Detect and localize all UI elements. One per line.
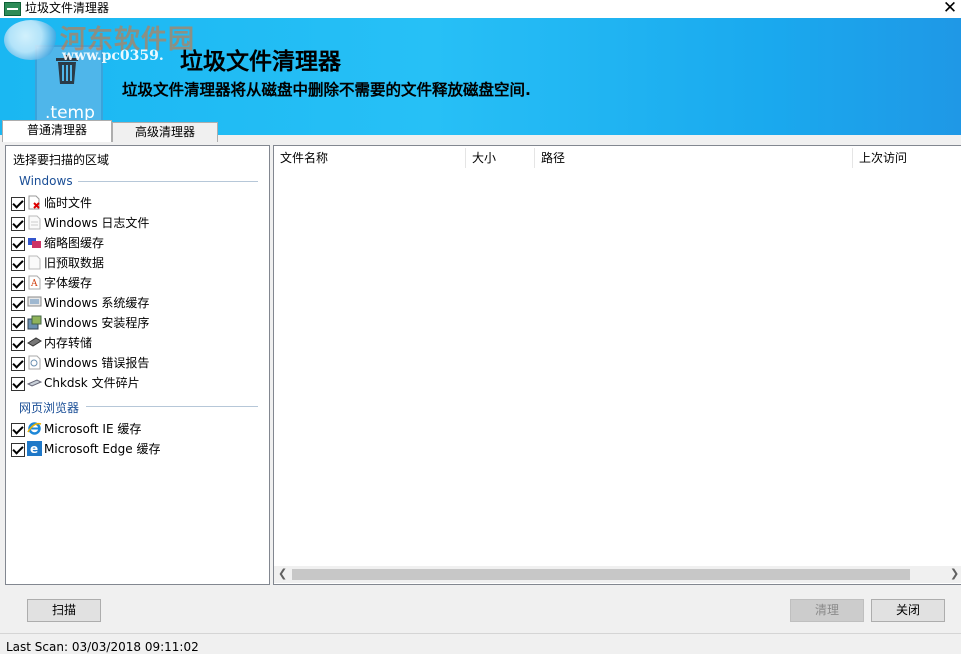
list-item-label: Windows 日志文件 xyxy=(44,216,150,230)
group-label-windows: Windows xyxy=(19,174,73,188)
tab-advanced-cleaner[interactable]: 高级清理器 xyxy=(112,122,218,142)
scan-button[interactable]: 扫描 xyxy=(27,599,101,622)
list-item-label: Windows 系统缓存 xyxy=(44,296,150,310)
scan-area-header: 选择要扫描的区域 xyxy=(13,153,110,167)
list-item-label: Chkdsk 文件碎片 xyxy=(44,376,140,390)
thumbnail-icon xyxy=(28,238,41,248)
status-divider xyxy=(0,633,961,634)
group-divider xyxy=(86,406,258,407)
window-close-button[interactable]: ✕ xyxy=(940,0,960,18)
edge-icon: e xyxy=(27,441,42,456)
svg-text:e: e xyxy=(30,442,38,456)
memory-icon xyxy=(27,337,42,347)
checkbox[interactable] xyxy=(11,357,25,371)
header-banner: .temp 河东软件园 www.pc0359. 垃圾文件清理器 垃圾文件清理器将… xyxy=(0,18,961,135)
ie-icon xyxy=(27,422,42,435)
column-header-last-access[interactable]: 上次访问 xyxy=(853,146,961,170)
column-header-filename[interactable]: 文件名称 xyxy=(274,146,466,170)
watermark-logo-icon xyxy=(4,20,58,60)
list-item-label: 旧预取数据 xyxy=(44,256,105,270)
prefetch-file-icon xyxy=(28,255,41,270)
scan-area-panel: 选择要扫描的区域 Windows 临时文件 Windows 日志文件 缩略图缓存… xyxy=(5,145,270,585)
scroll-left-icon[interactable]: ❮ xyxy=(278,567,287,580)
clean-button[interactable]: 清理 xyxy=(790,599,864,622)
list-item-label: Windows 错误报告 xyxy=(44,356,150,370)
checkbox[interactable] xyxy=(11,217,25,231)
chkdsk-icon xyxy=(27,379,42,387)
list-item-label: 内存转储 xyxy=(44,336,93,350)
list-item-label: 缩略图缓存 xyxy=(44,236,105,250)
system-cache-icon xyxy=(27,296,42,307)
list-item-label: 临时文件 xyxy=(44,196,93,210)
temp-file-icon xyxy=(28,195,40,210)
error-report-icon xyxy=(28,355,41,370)
file-list-panel: 文件名称 大小 路径 上次访问 ❮ ❯ xyxy=(273,145,961,585)
font-icon: A xyxy=(28,275,41,290)
window-title: 垃圾文件清理器 xyxy=(25,1,110,15)
svg-text:A: A xyxy=(30,279,38,289)
checkbox[interactable] xyxy=(11,257,25,271)
status-text: Last Scan: 03/03/2018 09:11:02 xyxy=(6,640,199,654)
log-file-icon xyxy=(28,215,41,230)
list-item-label: Microsoft IE 缓存 xyxy=(44,422,142,436)
checkbox[interactable] xyxy=(11,377,25,391)
column-header-size[interactable]: 大小 xyxy=(466,146,535,170)
title-bar: 垃圾文件清理器 ✕ xyxy=(0,0,961,18)
checkbox[interactable] xyxy=(11,277,25,291)
banner-title: 垃圾文件清理器 xyxy=(180,49,341,75)
group-divider xyxy=(78,181,258,182)
scroll-right-icon[interactable]: ❯ xyxy=(950,567,959,580)
installer-icon xyxy=(27,315,42,330)
column-header-path[interactable]: 路径 xyxy=(535,146,853,170)
checkbox[interactable] xyxy=(11,443,25,457)
list-item-label: Microsoft Edge 缓存 xyxy=(44,442,161,456)
group-label-browsers: 网页浏览器 xyxy=(19,401,80,415)
checkbox[interactable] xyxy=(11,337,25,351)
tab-normal-cleaner[interactable]: 普通清理器 xyxy=(2,120,112,142)
checkbox[interactable] xyxy=(11,297,25,311)
close-button[interactable]: 关闭 xyxy=(871,599,945,622)
app-icon xyxy=(4,2,21,16)
checkbox[interactable] xyxy=(11,197,25,211)
watermark-url: www.pc0359. xyxy=(62,48,164,64)
list-item-label: 字体缓存 xyxy=(44,276,93,290)
list-item-label: Windows 安装程序 xyxy=(44,316,150,330)
checkbox[interactable] xyxy=(11,317,25,331)
banner-subtitle: 垃圾文件清理器将从磁盘中删除不需要的文件释放磁盘空间. xyxy=(122,81,531,99)
horizontal-scrollbar[interactable]: ❮ ❯ xyxy=(274,566,961,583)
scrollbar-thumb[interactable] xyxy=(292,569,910,580)
checkbox[interactable] xyxy=(11,237,25,251)
checkbox[interactable] xyxy=(11,423,25,437)
